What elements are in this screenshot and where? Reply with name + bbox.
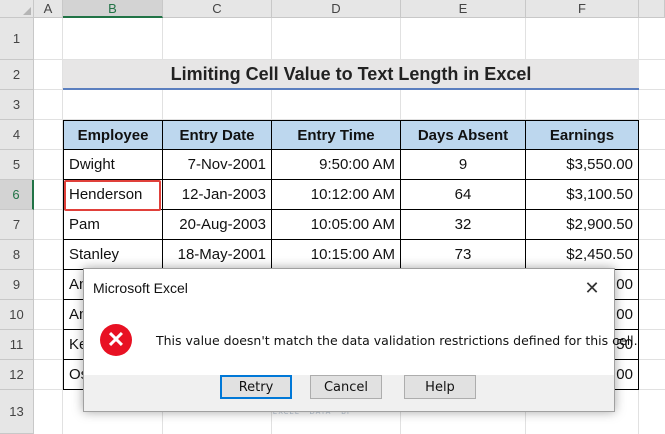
header-entry-time[interactable]: Entry Time (271, 120, 401, 150)
cell-days-absent[interactable]: 32 (400, 209, 526, 240)
row-header-5[interactable]: 5 (0, 150, 34, 180)
column-header-e[interactable]: E (401, 0, 526, 18)
row-header-11[interactable]: 11 (0, 330, 34, 360)
row-header-9[interactable]: 9 (0, 270, 34, 300)
column-header-d[interactable]: D (272, 0, 401, 18)
cell-employee[interactable]: Dwight (63, 149, 163, 180)
dialog-footer: Retry Cancel Help (84, 375, 614, 411)
error-x-icon: ✕ (100, 324, 132, 356)
select-all-corner[interactable] (0, 0, 34, 18)
select-all-triangle-icon (23, 7, 31, 15)
cancel-button[interactable]: Cancel (310, 375, 382, 399)
spreadsheet: A B C D E F 1 2 3 4 5 6 7 8 9 10 11 12 1… (0, 0, 665, 434)
cell-employee[interactable]: Stanley (63, 239, 163, 270)
cell-entry-date[interactable]: 7-Nov-2001 (162, 149, 272, 180)
row-header-4[interactable]: 4 (0, 120, 34, 150)
cell-entry-time[interactable]: 10:05:00 AM (271, 209, 401, 240)
cell-entry-time[interactable]: 10:15:00 AM (271, 239, 401, 270)
cell-days-absent[interactable]: 9 (400, 149, 526, 180)
cell-earnings[interactable]: $2,450.50 (525, 239, 639, 270)
row-header-7[interactable]: 7 (0, 210, 34, 240)
header-entry-date[interactable]: Entry Date (162, 120, 272, 150)
close-icon[interactable]: ✕ (578, 275, 606, 301)
header-employee[interactable]: Employee (63, 120, 163, 150)
column-header-a[interactable]: A (34, 0, 63, 18)
header-earnings[interactable]: Earnings (525, 120, 639, 150)
cell-earnings[interactable]: $3,550.00 (525, 149, 639, 180)
dialog-message: This value doesn't match the data valida… (156, 333, 638, 348)
row-header-1[interactable]: 1 (0, 18, 34, 60)
row-header-12[interactable]: 12 (0, 360, 34, 390)
column-header-g[interactable] (639, 0, 665, 18)
cell-entry-time[interactable]: 10:12:00 AM (271, 179, 401, 210)
column-header-c[interactable]: C (163, 0, 272, 18)
cell-days-absent[interactable]: 73 (400, 239, 526, 270)
active-cell-highlight (64, 180, 161, 211)
dialog-body: ✕ This value doesn't match the data vali… (84, 307, 638, 375)
sheet-title[interactable]: Limiting Cell Value to Text Length in Ex… (63, 60, 639, 90)
cell-employee[interactable]: Pam (63, 209, 163, 240)
cell-entry-date[interactable]: 20-Aug-2003 (162, 209, 272, 240)
row-header-6[interactable]: 6 (0, 180, 34, 210)
row-header-2[interactable]: 2 (0, 60, 34, 90)
validation-error-dialog: Microsoft Excel ✕ ✕ This value doesn't m… (83, 268, 638, 412)
column-header-f[interactable]: F (526, 0, 639, 18)
column-header-b[interactable]: B (63, 0, 163, 18)
cell-entry-date[interactable]: 18-May-2001 (162, 239, 272, 270)
cell-entry-date[interactable]: 12-Jan-2003 (162, 179, 272, 210)
row-header-3[interactable]: 3 (0, 90, 34, 120)
row-header-10[interactable]: 10 (0, 300, 34, 330)
cell-earnings[interactable]: $2,900.50 (525, 209, 639, 240)
row-header-13[interactable]: 13 (0, 390, 34, 434)
row-header-8[interactable]: 8 (0, 240, 34, 270)
dialog-titlebar[interactable]: Microsoft Excel ✕ (84, 269, 614, 307)
cell-days-absent[interactable]: 64 (400, 179, 526, 210)
header-days-absent[interactable]: Days Absent (400, 120, 526, 150)
cell-earnings[interactable]: $3,100.50 (525, 179, 639, 210)
cell-entry-time[interactable]: 9:50:00 AM (271, 149, 401, 180)
help-button[interactable]: Help (404, 375, 476, 399)
dialog-title: Microsoft Excel (93, 280, 188, 296)
retry-button[interactable]: Retry (220, 375, 292, 399)
